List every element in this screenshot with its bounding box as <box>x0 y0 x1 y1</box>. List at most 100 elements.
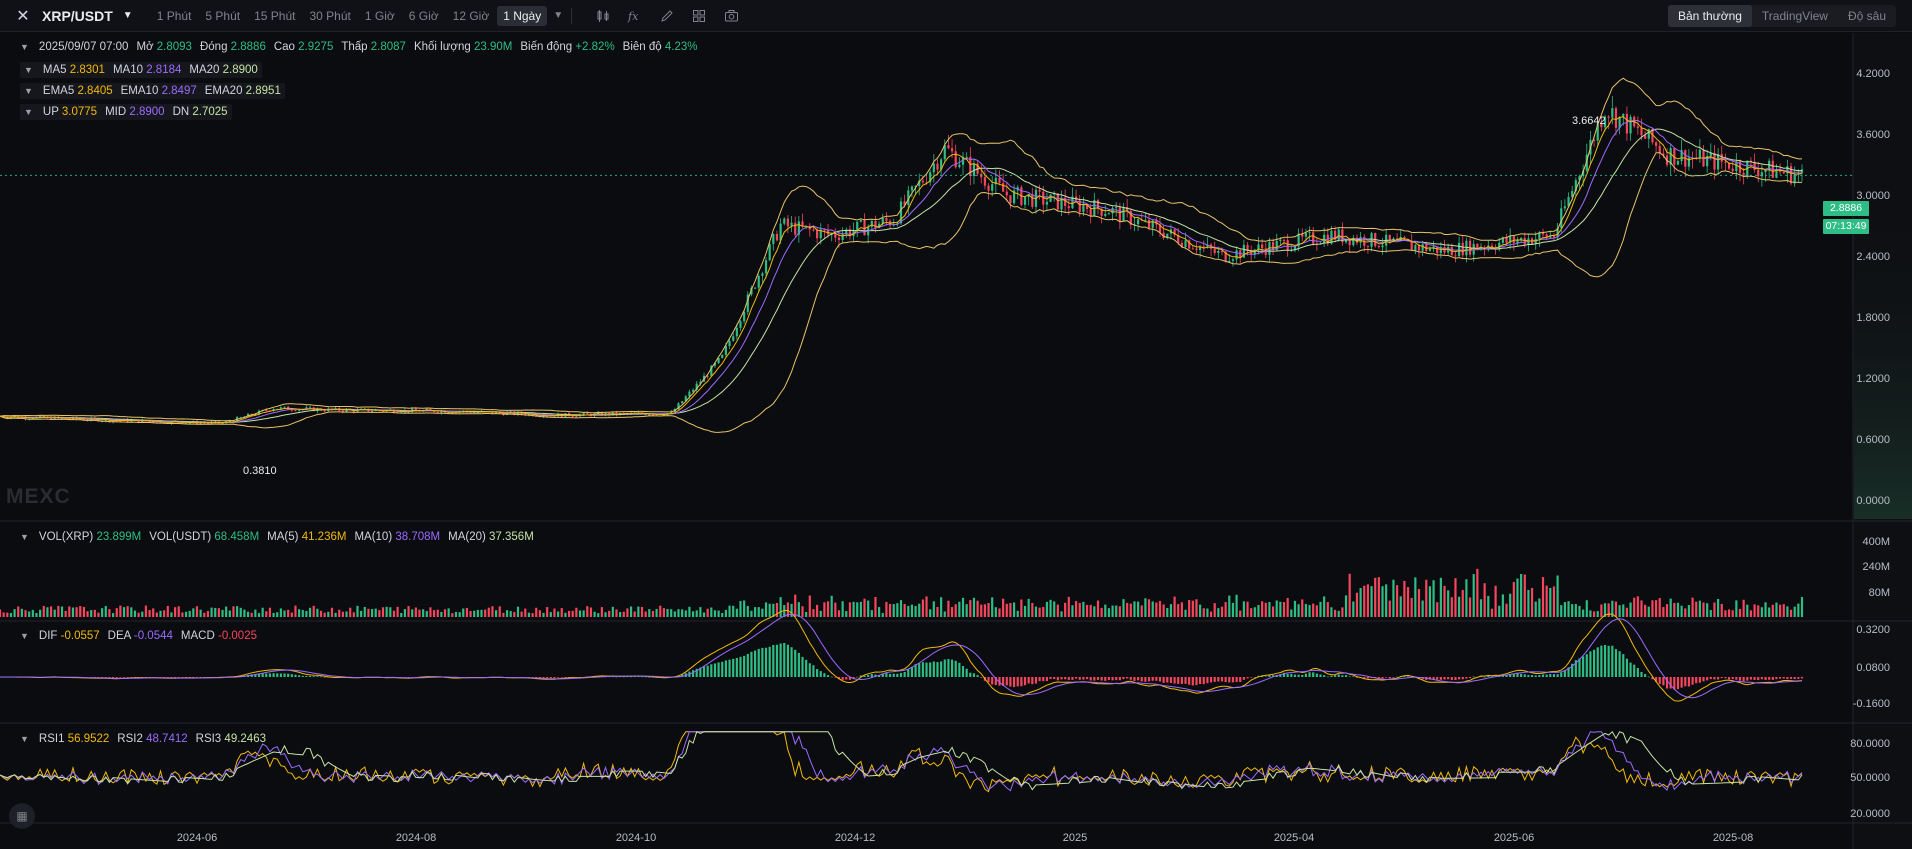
macd-histogram-bar <box>265 673 268 677</box>
macd-histogram-bar <box>1366 677 1370 679</box>
volume-bar <box>1487 595 1490 617</box>
macd-histogram-bar <box>819 671 822 677</box>
macd-histogram-bar <box>1789 677 1793 679</box>
volume-bar <box>53 609 56 617</box>
candle-body <box>761 273 764 276</box>
ema-caret-icon[interactable]: ▼ <box>24 86 33 96</box>
symbol-caret-icon[interactable]: ▼ <box>123 10 133 21</box>
interval-7[interactable]: 1 Ngày <box>497 5 548 26</box>
volume-bar <box>188 610 191 617</box>
volume-bar <box>79 606 82 617</box>
view-tab-1[interactable]: TradingView <box>1752 5 1838 27</box>
boll-caret-icon[interactable]: ▼ <box>24 107 33 117</box>
camera-icon[interactable] <box>722 7 740 25</box>
volume-bar <box>130 607 133 617</box>
macd-histogram-bar <box>980 677 983 678</box>
rsi-caret-icon[interactable]: ▼ <box>20 734 29 744</box>
volume-bar <box>659 605 662 617</box>
volume-bar <box>1104 604 1107 617</box>
candle-body <box>1757 169 1760 177</box>
svg-text:fx: fx <box>627 10 639 23</box>
volume-bar <box>341 611 344 617</box>
collapse-caret-icon[interactable]: ▼ <box>20 42 29 52</box>
macd-histogram-bar <box>1323 675 1326 677</box>
interval-0[interactable]: 1 Phút <box>151 6 198 26</box>
macd-histogram-bar <box>1720 677 1723 679</box>
layout-grid-icon[interactable] <box>690 7 708 25</box>
volume-bar <box>819 610 822 617</box>
candle-body <box>1118 207 1121 222</box>
candle-body <box>1282 239 1286 241</box>
interval-more-caret-icon[interactable]: ▼ <box>553 10 563 21</box>
volume-bar <box>702 612 706 617</box>
ma-caret-icon[interactable]: ▼ <box>24 65 33 75</box>
volume-bar <box>1644 604 1647 617</box>
volume-bar <box>1779 604 1782 617</box>
high-price-marker: 3.6642 <box>1572 115 1606 127</box>
ma10-line <box>0 119 1802 424</box>
macd-legend[interactable]: ▼ DIF -0.0557 DEA -0.0544 MACD -0.0025 <box>20 630 257 642</box>
view-tab-0[interactable]: Bản thường <box>1667 5 1752 27</box>
candle-body <box>1563 206 1566 209</box>
price-chart-svg[interactable] <box>0 33 1912 849</box>
ma-legend[interactable]: ▼ MA5 2.8301 MA10 2.8184 MA20 2.8900 <box>20 62 262 78</box>
symbol-selector[interactable]: XRP/USDT <box>42 8 113 24</box>
volume-legend[interactable]: ▼ VOL(XRP) 23.899M VOL(USDT) 68.458M MA(… <box>20 531 534 543</box>
vol-usdt-value: VOL(USDT) 68.458M <box>149 531 260 543</box>
interval-1[interactable]: 5 Phút <box>199 6 246 26</box>
draw-pencil-icon[interactable] <box>658 7 676 25</box>
macd-histogram-bar <box>1439 677 1442 680</box>
ema-legend[interactable]: ▼ EMA5 2.8405 EMA10 2.8497 EMA20 2.8951 <box>20 83 285 99</box>
volume-bar <box>1406 587 1410 617</box>
chart-area[interactable]: MEXC ▼ 2025/09/07 07:00 Mở 2.8093 Đóng 2… <box>0 33 1912 849</box>
macd-histogram-bar <box>122 677 126 678</box>
macd-histogram-bar <box>294 674 297 677</box>
rsi-legend[interactable]: ▼ RSI1 56.9522 RSI2 48.7412 RSI3 49.2463 <box>20 733 266 745</box>
last-price-tag: 2.8886 <box>1823 201 1869 216</box>
macd-histogram-bar <box>1264 676 1267 678</box>
interval-2[interactable]: 15 Phút <box>248 6 301 26</box>
volume-bar <box>334 612 337 617</box>
volume-bar <box>1042 606 1045 617</box>
volume-bar <box>1038 607 1041 617</box>
macd-histogram-bar <box>644 676 647 678</box>
volume-bar <box>93 609 96 617</box>
indicator-fx-icon[interactable]: fx <box>626 7 644 25</box>
volume-caret-icon[interactable]: ▼ <box>20 532 29 542</box>
volume-bar <box>987 603 990 617</box>
volume-bar <box>1009 603 1012 617</box>
interval-6[interactable]: 12 Giờ <box>447 6 496 26</box>
volume-bar <box>411 609 414 617</box>
boll-legend[interactable]: ▼ UP 3.0775 MID 2.8900 DN 2.7025 <box>20 104 232 120</box>
macd-histogram-bar <box>283 673 286 677</box>
calendar-goto-icon[interactable]: ▦ <box>9 803 35 829</box>
interval-5[interactable]: 6 Giờ <box>403 6 445 26</box>
macd-histogram-bar <box>1396 676 1399 678</box>
interval-selector: 1 Phút 5 Phút 15 Phút 30 Phút 1 Giờ 6 Giờ 12 G… <box>151 5 548 26</box>
interval-3[interactable]: 30 Phút <box>303 6 356 26</box>
candle-body <box>1023 197 1027 205</box>
candle-type-icon[interactable] <box>594 7 612 25</box>
volume-bar <box>250 612 253 617</box>
macd-histogram-bar <box>921 662 924 677</box>
macd-caret-icon[interactable]: ▼ <box>20 631 29 641</box>
candle-body <box>1107 213 1111 215</box>
volume-bar <box>1691 597 1694 617</box>
candle-body <box>1428 248 1432 251</box>
volume-bar <box>852 601 855 617</box>
volume-bar <box>1556 575 1559 617</box>
time-tick-label: 2024-12 <box>834 832 876 844</box>
volume-bar <box>903 603 906 617</box>
macd-histogram-bar <box>746 653 749 677</box>
volume-bar <box>1191 600 1194 617</box>
view-tab-2[interactable]: Độ sâu <box>1838 5 1896 27</box>
vol-ma5-value: MA(5) 41.236M <box>267 531 347 543</box>
volume-bar <box>567 610 571 617</box>
candle-body <box>1082 205 1085 212</box>
candle-body <box>681 401 684 404</box>
interval-4[interactable]: 1 Giờ <box>359 6 401 26</box>
volume-bar <box>323 612 326 617</box>
rsi-tick-label: 80.0000 <box>1850 738 1890 750</box>
macd-histogram-bar <box>1034 677 1038 684</box>
volume-bar <box>724 609 728 617</box>
